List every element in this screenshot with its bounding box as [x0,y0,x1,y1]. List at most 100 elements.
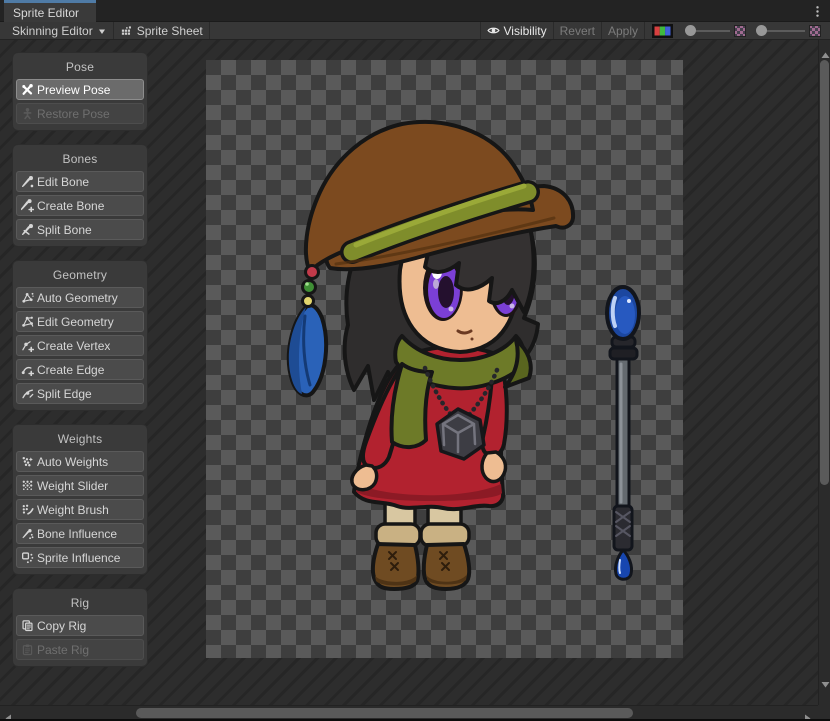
sprite-sheet-button[interactable]: Sprite Sheet [114,22,209,40]
vertical-scrollbar[interactable] [818,40,830,705]
staff-shaft [617,358,629,508]
split-edge-button[interactable]: Split Edge [16,383,144,404]
button-label: Create Vertex [37,339,110,353]
toolbar-right: Visibility Revert Apply [480,22,827,40]
edit-geometry-icon [20,315,34,329]
skinning-editor-dropdown[interactable]: Skinning Editor [6,22,113,40]
staff-gem-highlight [619,560,620,573]
beauty-mark [471,338,474,341]
sprite-influence-button[interactable]: Sprite Influence [16,547,144,568]
edit-bone-button[interactable]: Edit Bone [16,171,144,192]
button-label: Bone Influence [37,527,117,541]
create-bone-button[interactable]: Create Bone [16,195,144,216]
preview-pose-icon [20,83,34,97]
skinning-editor-label: Skinning Editor [12,24,93,38]
button-label: Preview Pose [37,83,110,97]
hat-beads [303,266,319,307]
slider-knob[interactable] [685,25,696,36]
weight-brush-button[interactable]: Weight Brush [16,499,144,520]
visibility-button[interactable]: Visibility [481,22,553,40]
restore-pose-button[interactable]: Restore Pose [16,103,144,124]
edit-geometry-button[interactable]: Edit Geometry [16,311,144,332]
split-bone-button[interactable]: Split Bone [16,219,144,240]
bone-influence-icon [20,527,34,541]
feather-charm [289,305,326,395]
sprite-opacity-slider[interactable] [756,25,821,37]
apply-button[interactable]: Apply [602,22,644,40]
restore-pose-icon [20,107,34,121]
sprite-editor-window: Sprite Editor Skinning Editor Sprite She… [0,0,830,721]
revert-button[interactable]: Revert [554,22,601,40]
group-title: Bones [16,152,144,166]
visibility-label: Visibility [504,24,547,38]
vertical-scroll-thumb[interactable] [820,60,829,485]
button-label: Restore Pose [37,107,110,121]
sprite-sheet-label: Sprite Sheet [137,24,203,38]
button-label: Auto Weights [37,455,108,469]
pose-group: Pose Preview Pose Restore Pose [12,52,148,131]
create-bone-icon [20,199,34,213]
weight-brush-icon [20,503,34,517]
staff-gem [615,550,631,579]
sprite-influence-icon [20,551,34,565]
slider-knob[interactable] [756,25,767,36]
toolbar-separator [644,22,645,39]
auto-weights-icon [20,455,34,469]
weight-slider-button[interactable]: Weight Slider [16,475,144,496]
checker-icon [809,25,821,37]
sprite-canvas-svg [206,60,683,658]
create-edge-button[interactable]: Create Edge [16,359,144,380]
transparency-checker-canvas[interactable] [206,60,683,658]
button-label: Paste Rig [37,643,89,657]
group-title: Pose [16,60,144,74]
weight-slider-icon [20,479,34,493]
create-vertex-button[interactable]: Create Vertex [16,335,144,356]
create-edge-icon [20,363,34,377]
copy-rig-button[interactable]: Copy Rig [16,615,144,636]
group-title: Geometry [16,268,144,282]
slider-track[interactable] [767,30,805,32]
edit-bone-icon [20,175,34,189]
kebab-menu-icon[interactable] [810,4,824,18]
staff-orb-highlight [613,298,615,326]
auto-weights-button[interactable]: Auto Weights [16,451,144,472]
toolbar-separator [209,22,210,39]
button-label: Edit Geometry [37,315,114,329]
paste-rig-button[interactable]: Paste Rig [16,639,144,660]
witch-character[interactable] [289,122,573,589]
auto-geometry-button[interactable]: Auto Geometry [16,287,144,308]
bone-opacity-slider[interactable] [685,25,746,37]
apply-label: Apply [608,24,638,38]
split-edge-icon [20,387,34,401]
tool-panel: Pose Preview Pose Restore Pose Bones Edi… [12,52,148,680]
button-label: Create Edge [37,363,104,377]
rig-group: Rig Copy Rig Paste Rig [12,588,148,667]
horizontal-scrollbar[interactable] [0,705,818,720]
button-label: Weight Brush [37,503,109,517]
scroll-down-icon[interactable] [821,676,830,694]
split-bone-icon [20,223,34,237]
magic-staff[interactable] [607,287,639,579]
tab-title: Sprite Editor [13,6,79,20]
tab-sprite-editor[interactable]: Sprite Editor [4,0,96,22]
paste-rig-icon [20,643,34,657]
button-label: Weight Slider [37,479,108,493]
horizontal-scroll-thumb[interactable] [136,708,633,718]
group-title: Rig [16,596,144,610]
revert-label: Revert [560,24,595,38]
preview-pose-button[interactable]: Preview Pose [16,79,144,100]
create-vertex-icon [20,339,34,353]
rgb-swatch-icon[interactable] [652,24,673,38]
staff-orb-sparkle [627,299,631,303]
button-label: Create Bone [37,199,104,213]
slider-track[interactable] [696,30,730,32]
sprite-sheet-icon [120,24,133,37]
eye-icon [487,24,500,37]
button-label: Edit Bone [37,175,89,189]
button-label: Copy Rig [37,619,86,633]
bones-group: Bones Edit Bone Create Bone Split Bone [12,144,148,247]
group-title: Weights [16,432,144,446]
skinning-workspace[interactable]: Pose Preview Pose Restore Pose Bones Edi… [0,40,818,705]
bone-influence-button[interactable]: Bone Influence [16,523,144,544]
left-hand [352,465,377,490]
